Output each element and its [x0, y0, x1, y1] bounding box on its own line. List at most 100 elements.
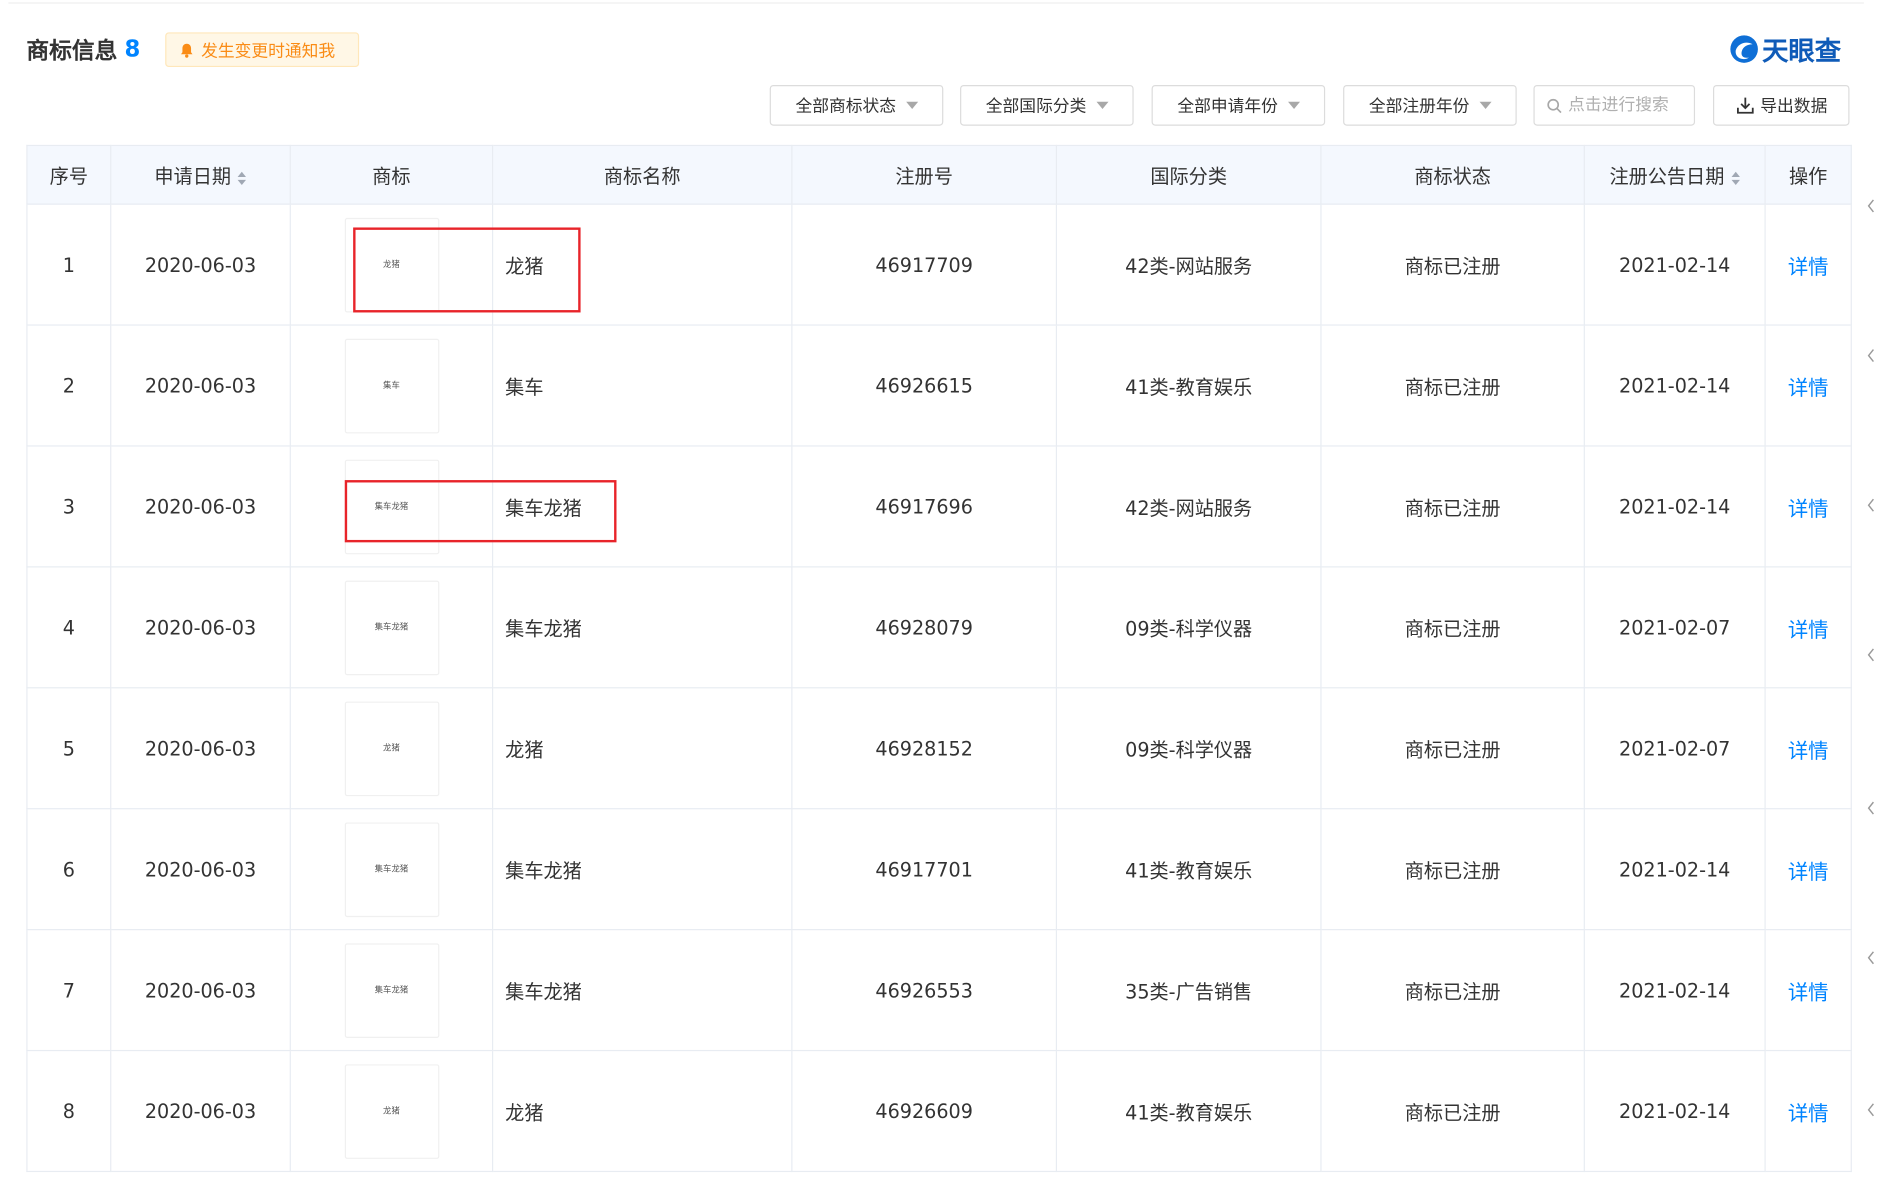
search-input[interactable]	[1568, 95, 1682, 115]
detail-link[interactable]: 详情	[1788, 618, 1829, 642]
trademark-image[interactable]: 集车龙猪	[344, 942, 439, 1038]
detail-link[interactable]: 详情	[1788, 1102, 1829, 1126]
row-logo-cell: 集车	[289, 324, 494, 447]
trademark-image[interactable]: 集车龙猪	[344, 821, 439, 917]
row-pub-date: 2021-02-07	[1583, 687, 1766, 810]
row-reg-no: 46928079	[791, 566, 1058, 689]
bell-icon	[180, 43, 193, 58]
row-logo-cell: 集车龙猪	[289, 929, 494, 1052]
row-trademark-name: 集车龙猪	[491, 566, 793, 689]
column-header-apply-date[interactable]: 申请日期	[110, 144, 291, 205]
row-trademark-name: 龙猪	[491, 687, 793, 810]
row-index: 8	[26, 1049, 112, 1173]
trademark-table: 序号 申请日期 商标 商标名称 注册号 国际分类 商标状态 注册公告日期 操作 …	[26, 144, 1852, 1173]
row-apply-date: 2020-06-03	[110, 566, 291, 689]
column-header-label: 国际分类	[1150, 165, 1227, 188]
row-action-cell: 详情	[1764, 203, 1852, 326]
notify-change-button[interactable]: 发生变更时通知我	[165, 32, 360, 68]
row-index: 2	[26, 324, 112, 447]
trademark-image[interactable]: 集车	[344, 338, 439, 433]
filter-apply-year-label: 全部申请年份	[1177, 96, 1278, 117]
trademark-image[interactable]: 龙猪	[344, 1063, 439, 1159]
chevron-left-icon	[1867, 199, 1874, 213]
row-pub-date: 2021-02-14	[1583, 324, 1766, 447]
row-reg-no: 46926553	[791, 929, 1058, 1052]
column-header-index: 序号	[26, 144, 112, 205]
table-row: 1 2020-06-03 龙猪 龙猪 46917709 42类-网站服务 商标已注册 2021…	[26, 203, 1852, 326]
column-header-class: 国际分类	[1055, 144, 1322, 205]
column-header-label: 序号	[49, 165, 88, 188]
row-index: 1	[26, 203, 112, 326]
row-trademark-name: 集车	[491, 324, 793, 447]
trademark-image-text: 集车龙猪	[374, 501, 409, 512]
tianyancha-logo-icon	[1730, 35, 1758, 63]
row-apply-date: 2020-06-03	[110, 687, 291, 810]
trademark-image-text: 集车	[383, 380, 400, 391]
export-data-label: 导出数据	[1760, 96, 1828, 117]
trademark-image[interactable]: 龙猪	[344, 217, 439, 312]
detail-link[interactable]: 详情	[1788, 377, 1829, 401]
row-index: 4	[26, 566, 112, 689]
row-pub-date: 2021-02-14	[1583, 929, 1766, 1052]
column-header-label: 注册号	[895, 165, 953, 188]
row-apply-date: 2020-06-03	[110, 808, 291, 931]
row-action-cell: 详情	[1764, 687, 1852, 810]
table-row: 8 2020-06-03 龙猪 龙猪 46926609 41类-教育娱乐 商标已注册 2021…	[26, 1049, 1852, 1173]
column-header-status: 商标状态	[1320, 144, 1585, 205]
row-reg-no: 46917701	[791, 808, 1058, 931]
chevron-left-icon	[1867, 648, 1874, 662]
row-logo-cell: 龙猪	[289, 1049, 494, 1173]
row-pub-date: 2021-02-14	[1583, 445, 1766, 568]
export-data-button[interactable]: 导出数据	[1713, 85, 1850, 126]
row-class: 42类-网站服务	[1055, 203, 1322, 326]
column-header-label: 操作	[1789, 165, 1828, 188]
detail-link[interactable]: 详情	[1788, 860, 1829, 884]
notify-change-label: 发生变更时通知我	[201, 41, 336, 61]
row-index: 5	[26, 687, 112, 810]
search-box[interactable]	[1533, 85, 1696, 126]
filter-trademark-status[interactable]: 全部商标状态	[769, 85, 944, 126]
column-header-pub-date[interactable]: 注册公告日期	[1583, 144, 1766, 205]
row-pub-date: 2021-02-14	[1583, 1049, 1766, 1173]
row-reg-no: 46926609	[791, 1049, 1058, 1173]
section-title-text: 商标信息	[26, 37, 118, 65]
column-header-label: 注册公告日期	[1609, 165, 1725, 188]
tianyancha-logo: 天眼查	[1729, 31, 1841, 67]
row-action-cell: 详情	[1764, 1049, 1852, 1173]
section-title: 商标信息 8	[26, 31, 140, 67]
trademark-image[interactable]: 集车龙猪	[344, 580, 439, 675]
detail-link[interactable]: 详情	[1788, 981, 1829, 1005]
row-status: 商标已注册	[1320, 203, 1585, 326]
trademark-image-text: 龙猪	[383, 259, 400, 270]
chevron-left-icon	[1867, 801, 1874, 815]
row-logo-cell: 集车龙猪	[289, 808, 494, 931]
trademark-image[interactable]: 龙猪	[344, 700, 439, 796]
filter-register-year[interactable]: 全部注册年份	[1343, 85, 1517, 126]
filter-apply-year[interactable]: 全部申请年份	[1151, 85, 1326, 126]
trademark-image[interactable]: 集车龙猪	[344, 459, 439, 554]
chevron-left-icon	[1867, 1103, 1874, 1117]
row-class: 42类-网站服务	[1055, 445, 1322, 568]
chevron-left-icon	[1867, 951, 1874, 965]
table-row: 3 2020-06-03 集车龙猪 集车龙猪 46917696 42类-网站服务 商标已注册…	[26, 445, 1852, 568]
caret-down-icon	[1478, 101, 1491, 109]
detail-link[interactable]: 详情	[1788, 739, 1829, 763]
row-pub-date: 2021-02-14	[1583, 808, 1766, 931]
detail-link[interactable]: 详情	[1788, 497, 1829, 521]
column-header-label: 申请日期	[154, 165, 232, 188]
row-reg-no: 46928152	[791, 687, 1058, 810]
row-trademark-name: 集车龙猪	[491, 808, 793, 931]
row-logo-cell: 龙猪	[289, 687, 494, 810]
table-row: 4 2020-06-03 集车龙猪 集车龙猪 46928079 09类-科学仪器 商标已注册…	[26, 566, 1852, 689]
filter-international-class[interactable]: 全部国际分类	[960, 85, 1134, 126]
sort-icon[interactable]	[1730, 171, 1740, 185]
detail-link[interactable]: 详情	[1788, 256, 1829, 280]
table-row: 6 2020-06-03 集车龙猪 集车龙猪 46917701 41类-教育娱乐 商标已注册…	[26, 808, 1852, 931]
row-trademark-name: 集车龙猪	[491, 445, 793, 568]
row-action-cell: 详情	[1764, 808, 1852, 931]
filter-international-class-label: 全部国际分类	[985, 96, 1087, 117]
row-pub-date: 2021-02-14	[1583, 203, 1766, 326]
row-class: 41类-教育娱乐	[1055, 1049, 1322, 1173]
page: 商标信息 8 发生变更时通知我 天眼查 全部商标状态 全部国际分类 全部申请年份…	[0, 0, 1877, 1202]
sort-icon[interactable]	[237, 171, 247, 185]
